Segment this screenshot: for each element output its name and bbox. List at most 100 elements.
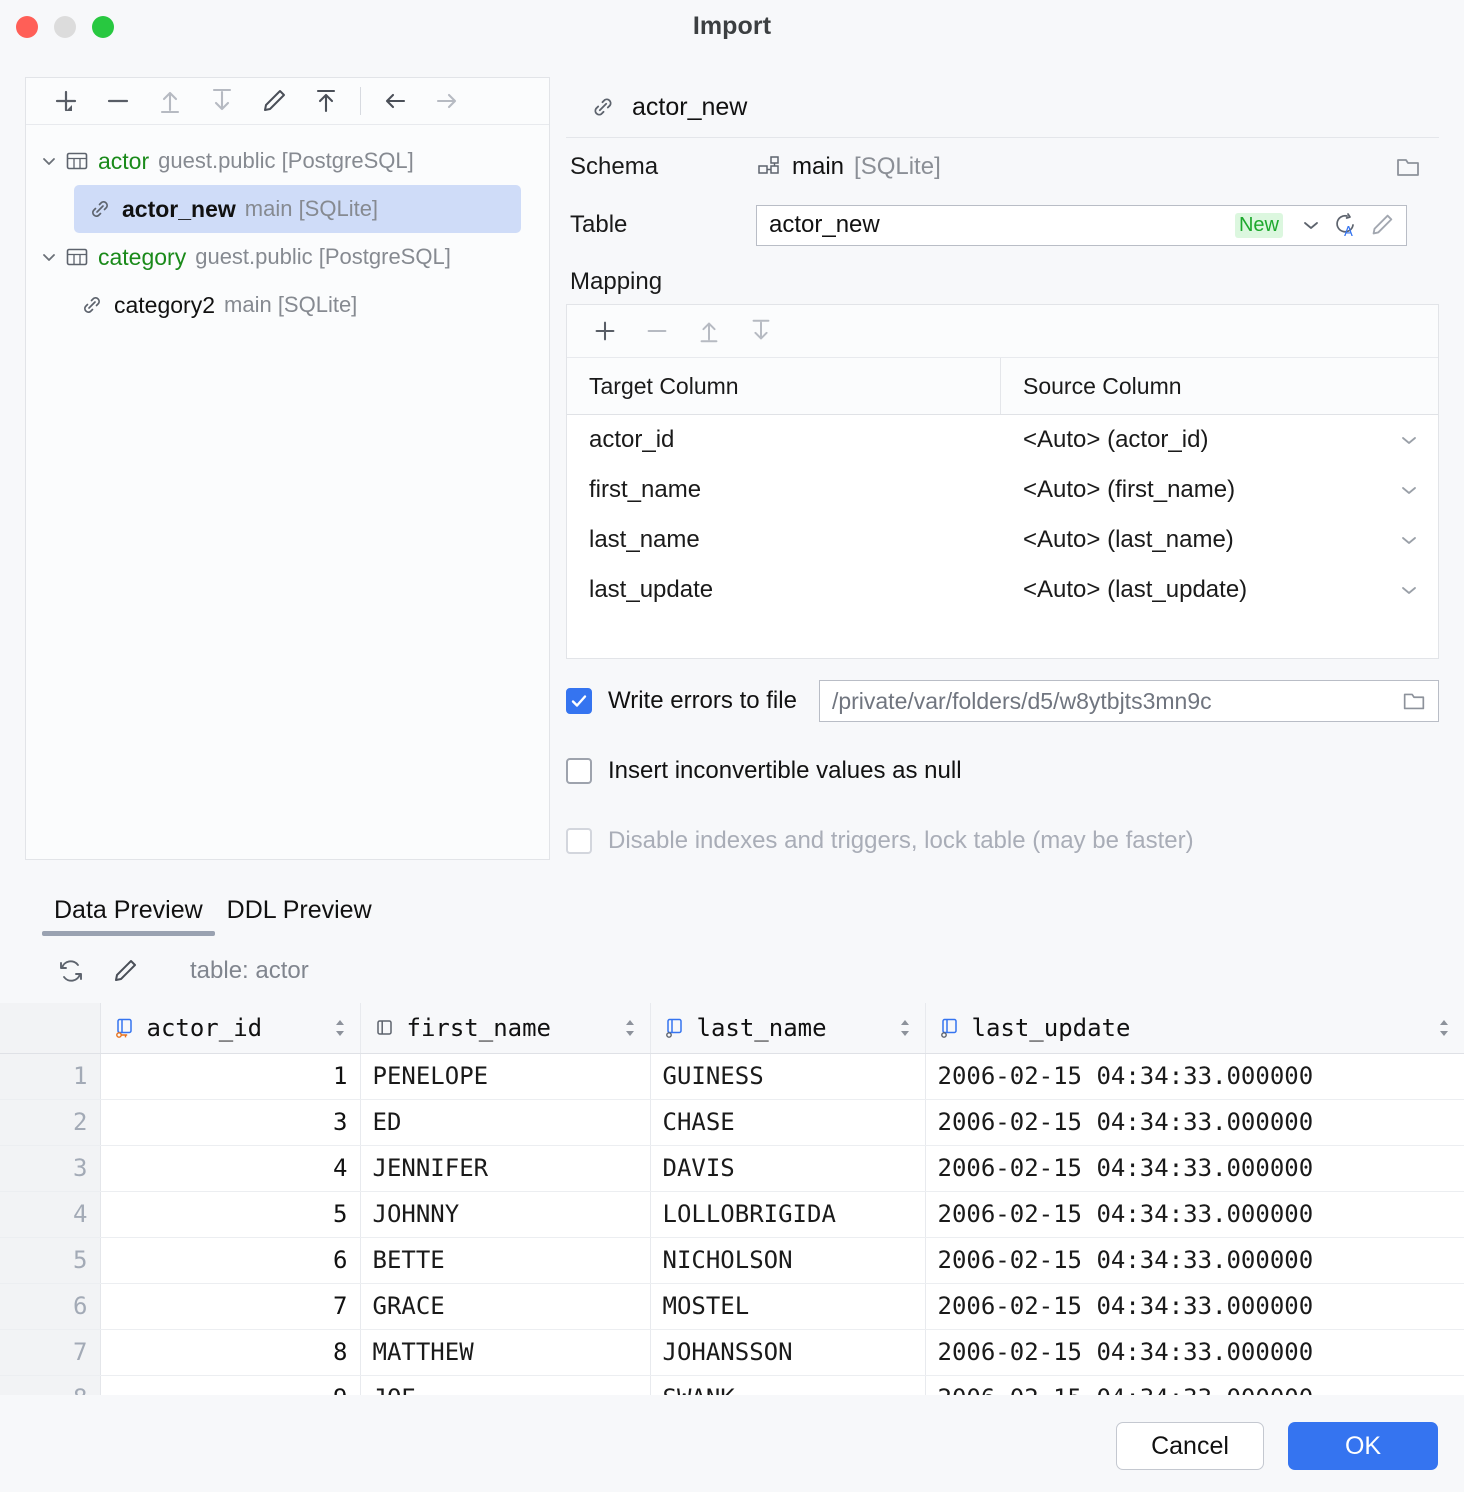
sort-icon[interactable] xyxy=(622,1017,638,1039)
edit-preview-button[interactable] xyxy=(98,946,152,996)
cell-last-name[interactable]: LOLLOBRIGIDA xyxy=(650,1191,925,1237)
browse-file-button[interactable] xyxy=(1400,687,1428,715)
source-column-header[interactable]: Source Column xyxy=(1001,373,1438,400)
reload-button[interactable] xyxy=(44,946,98,996)
cell-actor-id[interactable]: 8 xyxy=(100,1329,360,1375)
chevron-down-icon[interactable] xyxy=(1398,529,1438,551)
cell-actor-id[interactable]: 4 xyxy=(100,1145,360,1191)
cell-last-update[interactable]: 2006-02-15 04:34:33.000000 xyxy=(925,1191,1464,1237)
insert-null-checkbox[interactable] xyxy=(566,758,592,784)
sort-icon[interactable] xyxy=(897,1017,913,1039)
table-row[interactable]: 7 8 MATTHEW JOHANSSON 2006-02-15 04:34:3… xyxy=(0,1329,1464,1375)
column-header-last-name[interactable]: last_name xyxy=(650,1003,925,1053)
cell-first-name[interactable]: JOHNNY xyxy=(360,1191,650,1237)
table-name-input[interactable]: actor_new New A xyxy=(756,205,1407,246)
cell-last-name[interactable]: JOHANSSON xyxy=(650,1329,925,1375)
tree-item-label: category2 xyxy=(114,292,215,319)
chevron-down-icon[interactable] xyxy=(1398,579,1438,601)
table-row[interactable]: 6 7 GRACE MOSTEL 2006-02-15 04:34:33.000… xyxy=(0,1283,1464,1329)
table-row[interactable]: 1 1 PENELOPE GUINESS 2006-02-15 04:34:33… xyxy=(0,1053,1464,1099)
add-mapping-button[interactable] xyxy=(579,308,631,354)
edit-table-icon[interactable] xyxy=(1368,211,1396,239)
cell-first-name[interactable]: BETTE xyxy=(360,1237,650,1283)
table-row[interactable]: 4 5 JOHNNY LOLLOBRIGIDA 2006-02-15 04:34… xyxy=(0,1191,1464,1237)
table-row[interactable]: 3 4 JENNIFER DAVIS 2006-02-15 04:34:33.0… xyxy=(0,1145,1464,1191)
mapping-row[interactable]: last_name <Auto> (last_name) xyxy=(567,515,1438,565)
add-button[interactable] xyxy=(40,79,92,123)
cell-last-name[interactable]: GUINESS xyxy=(650,1053,925,1099)
chevron-down-icon[interactable] xyxy=(1300,214,1322,236)
cell-first-name[interactable]: ED xyxy=(360,1099,650,1145)
tab-data-preview[interactable]: Data Preview xyxy=(42,896,215,936)
cell-last-name[interactable]: DAVIS xyxy=(650,1145,925,1191)
cell-last-name[interactable]: MOSTEL xyxy=(650,1283,925,1329)
sort-icon[interactable] xyxy=(332,1017,348,1039)
source-column-cell[interactable]: <Auto> (actor_id) xyxy=(1001,426,1438,454)
source-column-cell[interactable]: <Auto> (last_update) xyxy=(1001,576,1438,604)
sort-icon[interactable] xyxy=(1436,1017,1452,1039)
column-header-last-update[interactable]: last_update xyxy=(925,1003,1464,1053)
tree-item-category2[interactable]: category2 main [SQLite] xyxy=(26,281,549,329)
chevron-down-icon[interactable] xyxy=(1398,479,1438,501)
tab-ddl-preview[interactable]: DDL Preview xyxy=(215,896,384,936)
source-column-cell[interactable]: <Auto> (first_name) xyxy=(1001,476,1438,504)
column-header-first-name[interactable]: first_name xyxy=(360,1003,650,1053)
cell-first-name[interactable]: PENELOPE xyxy=(360,1053,650,1099)
tree-item-category[interactable]: category guest.public [PostgreSQL] xyxy=(26,233,549,281)
tree-item-actor-new[interactable]: actor_new main [SQLite] xyxy=(74,185,521,233)
mapping-toolbar xyxy=(567,305,1438,358)
ok-button[interactable]: OK xyxy=(1288,1422,1438,1470)
mapping-header-row: Target Column Source Column xyxy=(567,358,1438,415)
cell-last-update[interactable]: 2006-02-15 04:34:33.000000 xyxy=(925,1375,1464,1395)
export-button[interactable] xyxy=(300,79,352,123)
cell-last-update[interactable]: 2006-02-15 04:34:33.000000 xyxy=(925,1053,1464,1099)
mapping-row[interactable]: actor_id <Auto> (actor_id) xyxy=(567,415,1438,465)
cancel-button[interactable]: Cancel xyxy=(1116,1422,1264,1470)
column-header-actor-id[interactable]: actor_id xyxy=(100,1003,360,1053)
cell-last-name[interactable]: CHASE xyxy=(650,1099,925,1145)
tree-item-actor[interactable]: actor guest.public [PostgreSQL] xyxy=(26,137,549,185)
remove-button[interactable] xyxy=(92,79,144,123)
source-column-value: <Auto> (last_name) xyxy=(1023,526,1234,554)
cell-last-update[interactable]: 2006-02-15 04:34:33.000000 xyxy=(925,1237,1464,1283)
data-preview-grid[interactable]: actor_id first_name xyxy=(0,1003,1464,1395)
mapping-row[interactable]: last_update <Auto> (last_update) xyxy=(567,565,1438,615)
back-button[interactable] xyxy=(369,79,421,123)
cell-first-name[interactable]: MATTHEW xyxy=(360,1329,650,1375)
cell-first-name[interactable]: JENNIFER xyxy=(360,1145,650,1191)
source-column-value: <Auto> (actor_id) xyxy=(1023,426,1208,454)
cell-actor-id[interactable]: 9 xyxy=(100,1375,360,1395)
chevron-down-icon[interactable] xyxy=(34,247,64,267)
target-column-header[interactable]: Target Column xyxy=(567,358,1001,414)
cell-last-update[interactable]: 2006-02-15 04:34:33.000000 xyxy=(925,1283,1464,1329)
cell-last-name[interactable]: NICHOLSON xyxy=(650,1237,925,1283)
cell-last-update[interactable]: 2006-02-15 04:34:33.000000 xyxy=(925,1099,1464,1145)
cell-actor-id[interactable]: 7 xyxy=(100,1283,360,1329)
cell-last-update[interactable]: 2006-02-15 04:34:33.000000 xyxy=(925,1329,1464,1375)
cell-last-update[interactable]: 2006-02-15 04:34:33.000000 xyxy=(925,1145,1464,1191)
cell-actor-id[interactable]: 1 xyxy=(100,1053,360,1099)
table-row[interactable]: 8 9 JOE SWANK 2006-02-15 04:34:33.000000 xyxy=(0,1375,1464,1395)
chevron-down-icon[interactable] xyxy=(1398,429,1438,451)
tree-item-label: actor_new xyxy=(122,196,236,223)
cell-last-name[interactable]: SWANK xyxy=(650,1375,925,1395)
new-badge: New xyxy=(1235,213,1283,238)
chevron-down-icon[interactable] xyxy=(34,151,64,171)
write-errors-option: Write errors to file /private/var/folder… xyxy=(566,673,1439,729)
table-row[interactable]: 2 3 ED CHASE 2006-02-15 04:34:33.000000 xyxy=(0,1099,1464,1145)
error-file-input[interactable]: /private/var/folders/d5/w8ytbjts3mn9c xyxy=(819,680,1439,722)
cell-actor-id[interactable]: 3 xyxy=(100,1099,360,1145)
cell-first-name[interactable]: GRACE xyxy=(360,1283,650,1329)
schema-value[interactable]: main [SQLite] xyxy=(756,153,941,181)
cell-first-name[interactable]: JOE xyxy=(360,1375,650,1395)
table-row[interactable]: 5 6 BETTE NICHOLSON 2006-02-15 04:34:33.… xyxy=(0,1237,1464,1283)
source-column-cell[interactable]: <Auto> (last_name) xyxy=(1001,526,1438,554)
reset-name-icon[interactable]: A xyxy=(1331,211,1359,239)
cell-actor-id[interactable]: 6 xyxy=(100,1237,360,1283)
write-errors-checkbox[interactable] xyxy=(566,688,592,714)
edit-button[interactable] xyxy=(248,79,300,123)
mapping-link-icon xyxy=(588,92,618,122)
cell-actor-id[interactable]: 5 xyxy=(100,1191,360,1237)
browse-schema-button[interactable] xyxy=(1393,152,1439,182)
mapping-row[interactable]: first_name <Auto> (first_name) xyxy=(567,465,1438,515)
